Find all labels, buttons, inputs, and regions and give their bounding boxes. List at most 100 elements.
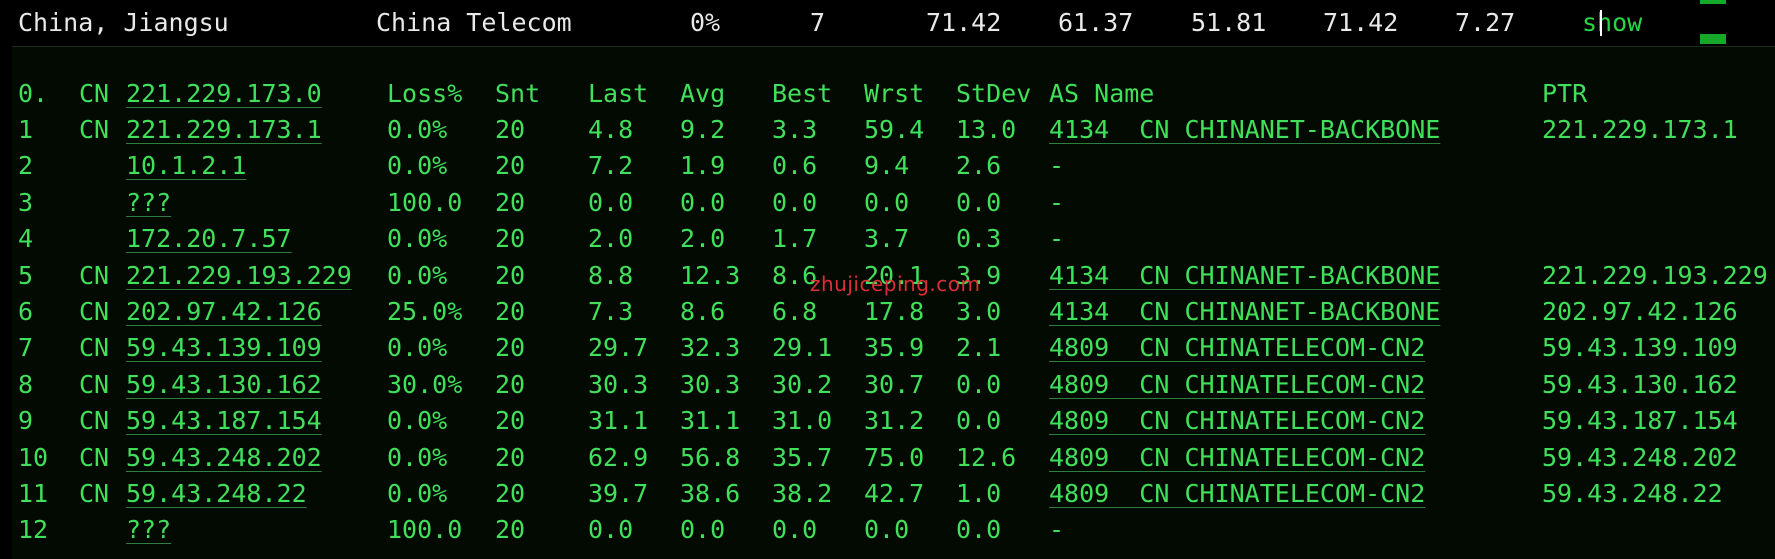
hop-country: CN xyxy=(79,297,110,326)
hop-host-link[interactable]: 59.43.248.22 xyxy=(126,477,307,511)
hop-row: 4 172.20.7.57 0.0% 20 2.0 2.0 1.7 3.7 0.3 - xyxy=(0,222,1775,258)
hop-as-link[interactable]: 4809 CN CHINATELECOM-CN2 xyxy=(1049,331,1425,365)
hop-row: 9 CN 59.43.187.154 0.0% 20 31.1 31.1 31.0 31.2 0.… xyxy=(0,404,1775,440)
hop-sent: 20 xyxy=(495,260,526,290)
hop-best: 0.0 xyxy=(772,515,818,545)
hop-last: 7.2 xyxy=(588,151,634,181)
header-best: Best xyxy=(772,79,833,108)
hop-sent: 20 xyxy=(495,333,526,363)
hop-worst: 75.0 xyxy=(864,442,925,472)
hop-host-link[interactable]: 59.43.139.109 xyxy=(126,331,322,365)
header-snt: Snt xyxy=(495,79,541,108)
header-host-link[interactable]: 221.229.173.0 xyxy=(126,77,322,111)
hop-ptr: 59.43.248.22 xyxy=(1542,479,1723,508)
hop-host-link[interactable]: 221.229.173.1 xyxy=(126,113,322,147)
hop-row: 8 CN 59.43.130.162 30.0% 20 30.3 30.3 30.2 30.7 0… xyxy=(0,368,1775,404)
hop-loss: 0.0% xyxy=(387,260,448,290)
hop-row: 2 10.1.2.1 0.0% 20 7.2 1.9 0.6 9.4 2.6 - xyxy=(0,149,1775,185)
hop-host-link[interactable]: 221.229.193.229 xyxy=(126,259,352,293)
hop-loss: 0.0% xyxy=(387,479,448,508)
header-loss: Loss% xyxy=(387,79,463,108)
hop-sent: 20 xyxy=(495,297,526,326)
hop-row: 3??? 100.0 20 0.0 0.0 0.0 0.0 0.0 - xyxy=(0,186,1775,222)
hop-country: CN xyxy=(79,369,110,399)
hop-best: 6.8 xyxy=(772,297,818,326)
hop-as-empty: - xyxy=(1049,224,1065,254)
hop-host-link[interactable]: 172.20.7.57 xyxy=(126,222,292,256)
hop-best: 0.6 xyxy=(772,151,818,181)
hop-as-link[interactable]: 4809 CN CHINATELECOM-CN2 xyxy=(1049,441,1425,475)
hop-country: CN xyxy=(79,442,110,472)
hop-sent: 20 xyxy=(495,479,526,508)
hop-worst: 59.4 xyxy=(864,115,925,144)
hop-stdev: 13.0 xyxy=(956,115,1017,144)
mtr-table: 0. CN 221.229.173.0 Loss% Snt Last Avg B… xyxy=(0,0,1775,558)
hop-sent: 20 xyxy=(495,406,526,436)
hop-number: 3 xyxy=(18,187,34,217)
hop-loss: 100.0 xyxy=(387,515,463,545)
hop-as-link[interactable]: 4134 CN CHINANET-BACKBONE xyxy=(1049,259,1440,293)
hop-last: 0.0 xyxy=(588,515,634,545)
hop-ptr: 221.229.173.1 xyxy=(1542,115,1738,144)
header-hop: 0. xyxy=(18,79,49,108)
hop-host-link[interactable]: 59.43.130.162 xyxy=(126,368,322,402)
hop-number: 11 xyxy=(18,479,49,508)
hop-row: 11 CN 59.43.248.22 0.0% 20 39.7 38.6 38.2 42.7 1.… xyxy=(0,477,1775,513)
hop-row: 10 CN 59.43.248.202 0.0% 20 62.9 56.8 35.7 75.0 1… xyxy=(0,441,1775,477)
header-cc: CN xyxy=(79,79,110,108)
hop-best: 0.0 xyxy=(772,187,818,217)
hop-avg: 1.9 xyxy=(680,151,726,181)
hop-host-link[interactable]: 59.43.187.154 xyxy=(126,404,322,438)
hop-sent: 20 xyxy=(495,369,526,399)
hop-avg: 0.0 xyxy=(680,515,726,545)
hop-loss: 0.0% xyxy=(387,333,448,363)
hop-best: 38.2 xyxy=(772,479,833,508)
hop-ptr: 59.43.139.109 xyxy=(1542,333,1738,363)
hop-best: 31.0 xyxy=(772,406,833,436)
hop-host-link[interactable]: ??? xyxy=(126,186,171,220)
hop-host-link[interactable]: 10.1.2.1 xyxy=(126,149,246,183)
hop-last: 7.3 xyxy=(588,297,634,326)
hop-sent: 20 xyxy=(495,224,526,254)
hop-host-link[interactable]: 202.97.42.126 xyxy=(126,295,322,329)
hop-worst: 17.8 xyxy=(864,297,925,326)
hop-sent: 20 xyxy=(495,442,526,472)
hop-worst: 30.7 xyxy=(864,369,925,399)
hop-loss: 0.0% xyxy=(387,151,448,181)
hop-country: CN xyxy=(79,333,110,363)
hop-last: 62.9 xyxy=(588,442,649,472)
hop-stdev: 12.6 xyxy=(956,442,1017,472)
hop-sent: 20 xyxy=(495,515,526,545)
hop-avg: 8.6 xyxy=(680,297,726,326)
hop-as-link[interactable]: 4809 CN CHINATELECOM-CN2 xyxy=(1049,368,1425,402)
hop-host-link[interactable]: 59.43.248.202 xyxy=(126,441,322,475)
hop-loss: 0.0% xyxy=(387,224,448,254)
hop-worst: 3.7 xyxy=(864,224,910,254)
hop-stdev: 3.0 xyxy=(956,297,1002,326)
hop-stdev: 0.0 xyxy=(956,369,1002,399)
hop-loss: 30.0% xyxy=(387,369,463,399)
hop-country: CN xyxy=(79,115,110,144)
hop-as-link[interactable]: 4134 CN CHINANET-BACKBONE xyxy=(1049,113,1440,147)
hop-best: 1.7 xyxy=(772,224,818,254)
hop-country: CN xyxy=(79,406,110,436)
hop-as-link[interactable]: 4809 CN CHINATELECOM-CN2 xyxy=(1049,404,1425,438)
hop-worst: 9.4 xyxy=(864,151,910,181)
hop-sent: 20 xyxy=(495,151,526,181)
hop-last: 8.8 xyxy=(588,260,634,290)
hop-loss: 100.0 xyxy=(387,187,463,217)
hop-ptr: 59.43.130.162 xyxy=(1542,369,1738,399)
hop-host-link[interactable]: ??? xyxy=(126,513,171,547)
hop-avg: 30.3 xyxy=(680,369,741,399)
hop-as-link[interactable]: 4134 CN CHINANET-BACKBONE xyxy=(1049,295,1440,329)
hop-row: 12??? 100.0 20 0.0 0.0 0.0 0.0 0.0 - xyxy=(0,513,1775,549)
hop-as-link[interactable]: 4809 CN CHINATELECOM-CN2 xyxy=(1049,477,1425,511)
hop-ptr: 202.97.42.126 xyxy=(1542,297,1738,326)
header-avg: Avg xyxy=(680,79,726,108)
hop-stdev: 0.3 xyxy=(956,224,1002,254)
hop-last: 2.0 xyxy=(588,224,634,254)
hop-last: 31.1 xyxy=(588,406,649,436)
hop-avg: 56.8 xyxy=(680,442,741,472)
hop-avg: 2.0 xyxy=(680,224,726,254)
hop-number: 8 xyxy=(18,369,34,399)
